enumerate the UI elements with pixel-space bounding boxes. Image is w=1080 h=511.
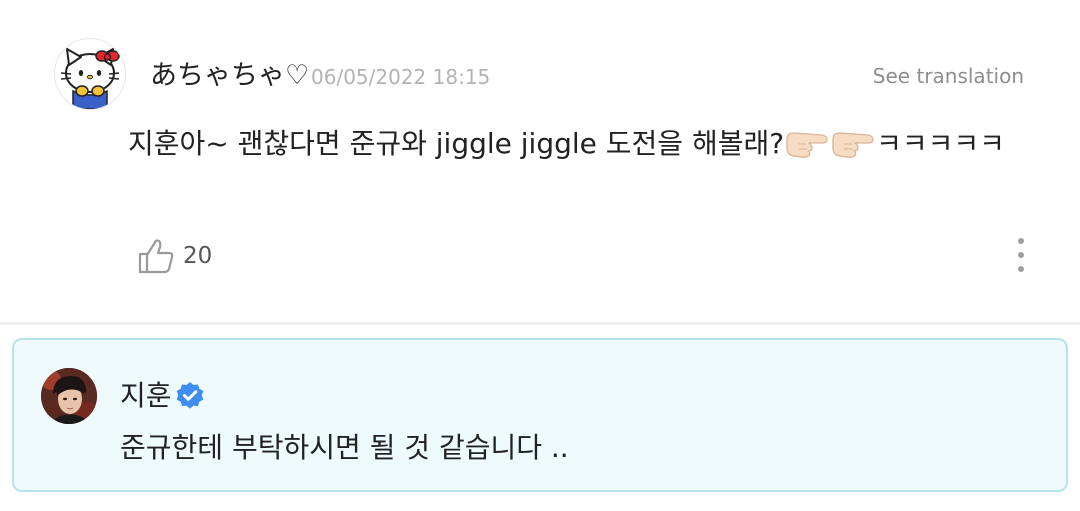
reply-body: 준규한테 부탁하시면 될 것 같습니다 .. [120,431,569,464]
pointing-right-hand-icon [832,132,874,158]
artist-reply: 지훈 준규한테 부탁하시면 될 것 같습니다 .. [12,338,1068,492]
comment-username[interactable]: あちゃちゃ♡ [150,58,309,94]
comment-timestamp: 06/05/2022 18:15 [311,65,491,89]
see-translation-link[interactable]: See translation [873,62,1024,90]
comment-body: 지훈아~ 괜찮다면 준규와 jiggle jiggle 도전을 해볼래? ㅋㅋㅋ… [128,120,1028,168]
fan-comment: あちゃちゃ♡ 06/05/2022 18:15 See translation … [0,0,1080,322]
section-divider [0,322,1080,325]
like-count: 20 [183,243,213,269]
thumbs-up-icon[interactable] [136,236,176,276]
avatar[interactable] [41,368,97,424]
more-options-icon[interactable] [1008,234,1034,276]
avatar[interactable] [54,38,126,110]
verified-badge-icon [176,382,204,409]
artist-profile-photo-icon [41,368,97,424]
comment-text-tail: ㅋㅋㅋㅋㅋ [876,127,1005,160]
comment-thread: あちゃちゃ♡ 06/05/2022 18:15 See translation … [0,0,1080,511]
hello-kitty-avatar-icon [60,48,120,109]
reply-author[interactable]: 지훈 [120,378,172,414]
comment-text-main: 지훈아~ 괜찮다면 준규와 jiggle jiggle 도전을 해볼래? [128,127,785,160]
pointing-right-hand-icon [786,132,828,158]
